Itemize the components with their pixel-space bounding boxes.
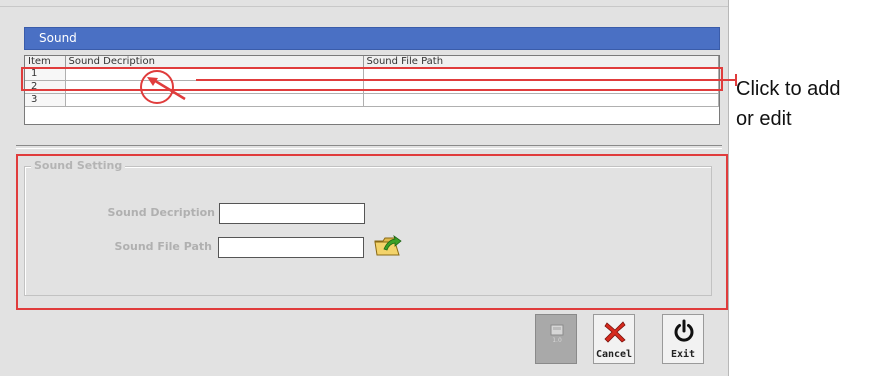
annotation-line-2: or edit <box>736 108 792 130</box>
click-target-circle <box>140 70 174 104</box>
annotation-overlay <box>140 70 737 104</box>
annotation-text: Click to add or edit <box>736 74 841 134</box>
annotation-line-1: Click to add <box>736 78 841 100</box>
pointer-arrow <box>151 77 186 101</box>
